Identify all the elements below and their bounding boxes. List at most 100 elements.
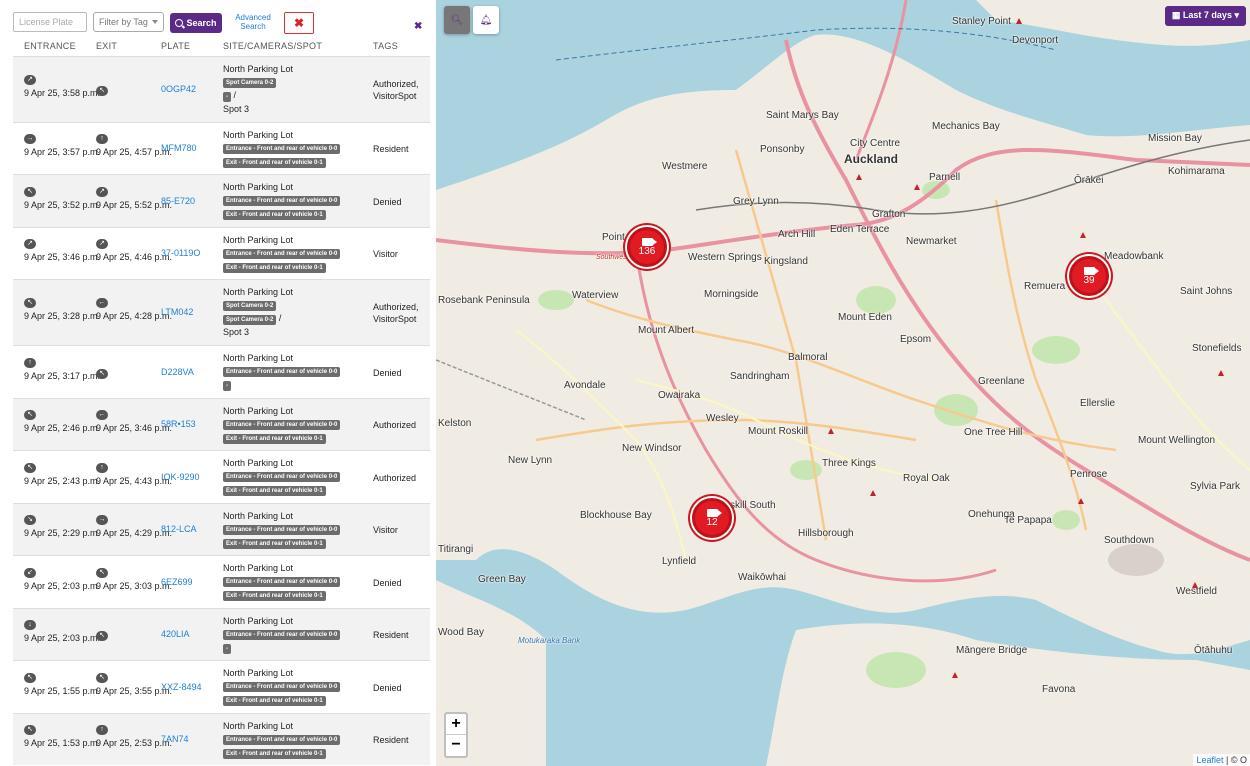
map-label-southdown: Southdown xyxy=(1104,535,1155,546)
tags-cell: Denied xyxy=(373,367,402,378)
plate-link[interactable]: 812-LCA xyxy=(161,524,197,534)
direction-arrow-icon: ↖ xyxy=(24,186,36,197)
camera-badge: Exit - Front and rear of vehicle 0-1 xyxy=(223,158,326,168)
direction-arrow-icon: ↗ xyxy=(96,239,108,249)
camera-badge: Entrance - Front and rear of vehicle 0-0 xyxy=(223,196,341,206)
column-exit[interactable]: EXIT xyxy=(96,41,117,51)
plate-link[interactable]: 0OGP42 xyxy=(161,84,196,94)
entrance-cell: → 9 Apr 25, 3:57 p.m. xyxy=(24,132,100,158)
map-label-sandringham: Sandringham xyxy=(730,371,790,382)
table-row[interactable]: ↗ 9 Apr 25, 3:58 p.m. ↖ 0OGP42 North Parking… xyxy=(13,56,430,122)
map-label-waikowhai: Waikōwhai xyxy=(738,572,786,583)
site-cell: North Parking Lot Entrance - Front and re… xyxy=(223,129,373,169)
map-label-new-windsor: New Windsor xyxy=(622,443,682,454)
direction-arrow-icon: ↖ xyxy=(96,567,108,578)
plate-link[interactable]: MFM780 xyxy=(161,143,197,153)
direction-arrow-icon: ↖ xyxy=(24,298,36,308)
site-name: North Parking Lot xyxy=(223,563,294,573)
direction-arrow-icon: ↙ xyxy=(24,567,36,578)
camera-badge: - xyxy=(223,92,231,102)
map-view[interactable]: Auckland City Centre Ponsonby Westmere G… xyxy=(436,0,1250,766)
map-search-button[interactable]: 🔍︎ xyxy=(444,6,470,34)
entrance-time: 9 Apr 25, 2:46 p.m. xyxy=(24,423,101,433)
entrance-time: 9 Apr 25, 3:17 p.m. xyxy=(24,370,101,381)
close-icon[interactable]: ✖ xyxy=(414,21,422,32)
plate-link[interactable]: 85-E720 xyxy=(161,196,195,206)
direction-arrow-icon: ↖ xyxy=(96,672,108,683)
direction-arrow-icon: ↑ xyxy=(96,725,108,735)
site-cell: North Parking Lot Entrance - Front and re… xyxy=(223,234,373,274)
camera-badge: Entrance - Front and rear of vehicle 0-0 xyxy=(223,525,341,535)
leaflet-link[interactable]: Leaflet xyxy=(1196,755,1223,765)
camera-badge: Spot Camera 0-2 xyxy=(223,78,277,88)
column-tags[interactable]: TAGS xyxy=(373,41,398,51)
table-row[interactable]: ↖ 9 Apr 25, 3:52 p.m. ↗ 9 Apr 25, 5:52 p.m.… xyxy=(13,174,430,227)
table-row[interactable]: ↘ 9 Apr 25, 2:29 p.m. → 9 Apr 25, 4:29 p.m.… xyxy=(13,503,430,555)
plate-link[interactable]: 7AN74 xyxy=(161,734,189,744)
camera-badge: Exit - Front and rear of vehicle 0-1 xyxy=(223,539,326,549)
plate-link[interactable]: D228VA xyxy=(161,367,194,377)
camera-cluster-marker[interactable]: 39 xyxy=(1069,256,1109,296)
plate-link[interactable]: LTM042 xyxy=(161,307,193,317)
table-row[interactable]: ↓ 9 Apr 25, 2:03 p.m. ↖ 420LIA North Parking… xyxy=(13,608,430,660)
tag-filter-select[interactable]: Filter by Tag xyxy=(93,12,164,32)
date-range-dropdown[interactable]: ▦ Last 7 days ▾ xyxy=(1164,6,1246,26)
entrance-cell: ↖ 9 Apr 25, 3:28 p.m. xyxy=(24,296,100,322)
license-plate-input[interactable]: License Plate xyxy=(13,12,87,32)
poi-marker xyxy=(870,490,876,496)
table-row[interactable]: ↑ 9 Apr 25, 3:17 p.m. ↖ D228VA North Parking… xyxy=(13,345,430,398)
map-label-penrose: Penrose xyxy=(1070,469,1108,480)
camera-badge: Entrance - Front and rear of vehicle 0-0 xyxy=(223,630,341,640)
zoom-out-button[interactable]: − xyxy=(446,735,466,756)
plate-link[interactable]: 37-0119O xyxy=(161,248,200,258)
cluster-count: 12 xyxy=(706,516,718,528)
plate-link[interactable]: IOK-9290 xyxy=(161,472,200,482)
map-label-green-bay: Green Bay xyxy=(478,574,526,585)
table-row[interactable]: ↖ 9 Apr 25, 3:28 p.m. ← 9 Apr 25, 4:28 p.m.… xyxy=(13,279,430,345)
map-label-balmoral: Balmoral xyxy=(788,352,828,363)
camera-badge: Exit - Front and rear of vehicle 0-1 xyxy=(223,434,326,444)
map-label-one-tree-hill: One Tree Hill xyxy=(964,427,1023,438)
site-name: North Parking Lot xyxy=(223,616,294,626)
direction-arrow-icon: ↗ xyxy=(24,75,36,85)
column-entrance[interactable]: ENTRANCE xyxy=(24,41,76,51)
table-row[interactable]: ↖ 9 Apr 25, 2:46 p.m. ← 9 Apr 25, 3:46 p.m.… xyxy=(13,398,430,450)
table-row[interactable]: ↖ 9 Apr 25, 2:43 p.m. ↑ 9 Apr 25, 4:43 p.m.… xyxy=(13,450,430,503)
camera-cluster-marker[interactable]: 136 xyxy=(627,227,667,267)
direction-arrow-icon: → xyxy=(24,134,36,144)
attribution-text: | © O xyxy=(1226,755,1247,765)
search-button[interactable]: Search xyxy=(170,13,222,33)
column-plate[interactable]: PLATE xyxy=(161,41,190,51)
chevron-down-icon: ▾ xyxy=(1234,10,1239,20)
bell-icon: 🔔︎ xyxy=(479,14,493,26)
table-row[interactable]: ↖ 9 Apr 25, 1:55 p.m. ↖ 9 Apr 25, 3:55 p.m.… xyxy=(13,660,430,713)
separator: / xyxy=(231,90,237,100)
map-label-point: Point xyxy=(602,232,625,243)
entrance-cell: ↖ 9 Apr 25, 2:43 p.m. xyxy=(24,461,100,487)
table-row[interactable]: ↙ 9 Apr 25, 2:03 p.m. ↖ 9 Apr 25, 3:03 p.m.… xyxy=(13,555,430,608)
map-label-ellerslie: Ellerslie xyxy=(1080,398,1116,409)
plate-link[interactable]: XXZ-8494 xyxy=(161,682,202,692)
map-label-owairaka: Owairaka xyxy=(658,390,701,401)
site-name: North Parking Lot xyxy=(223,130,294,140)
clear-filters-button[interactable]: ✖ xyxy=(284,12,314,34)
entrance-cell: ↙ 9 Apr 25, 2:03 p.m. xyxy=(24,566,100,592)
table-row[interactable]: ↗ 9 Apr 25, 3:46 p.m. ↗ 9 Apr 25, 4:46 p.m.… xyxy=(13,227,430,279)
advanced-search-link[interactable]: Advanced Search xyxy=(231,13,275,31)
column-site[interactable]: SITE/CAMERAS/SPOT xyxy=(223,41,322,51)
zoom-in-button[interactable]: + xyxy=(446,714,466,735)
camera-cluster-marker[interactable]: 12 xyxy=(692,498,732,538)
plate-link[interactable]: 58R•153 xyxy=(161,419,196,429)
map-label-te-papapa: Te Papapa xyxy=(1004,515,1052,526)
tags-cell: Resident xyxy=(373,144,409,154)
poi-marker xyxy=(1192,582,1198,588)
table-row[interactable]: ↖ 9 Apr 25, 1:53 p.m. ↑ 9 Apr 25, 2:53 p.m.… xyxy=(13,713,430,765)
map-label-eden-terrace: Eden Terrace xyxy=(830,224,890,235)
direction-arrow-icon: ↗ xyxy=(24,239,36,249)
table-row[interactable]: → 9 Apr 25, 3:57 p.m. ↑ 9 Apr 25, 4:57 p.m.… xyxy=(13,122,430,174)
map-alert-button[interactable]: 🔔︎ xyxy=(473,6,499,34)
plate-link[interactable]: 420LIA xyxy=(161,629,190,639)
entrance-time: 9 Apr 25, 2:03 p.m. xyxy=(24,633,101,643)
plate-link[interactable]: 6EZ699 xyxy=(161,577,193,587)
map-label-mount-roskill: Mount Roskill xyxy=(748,426,809,437)
